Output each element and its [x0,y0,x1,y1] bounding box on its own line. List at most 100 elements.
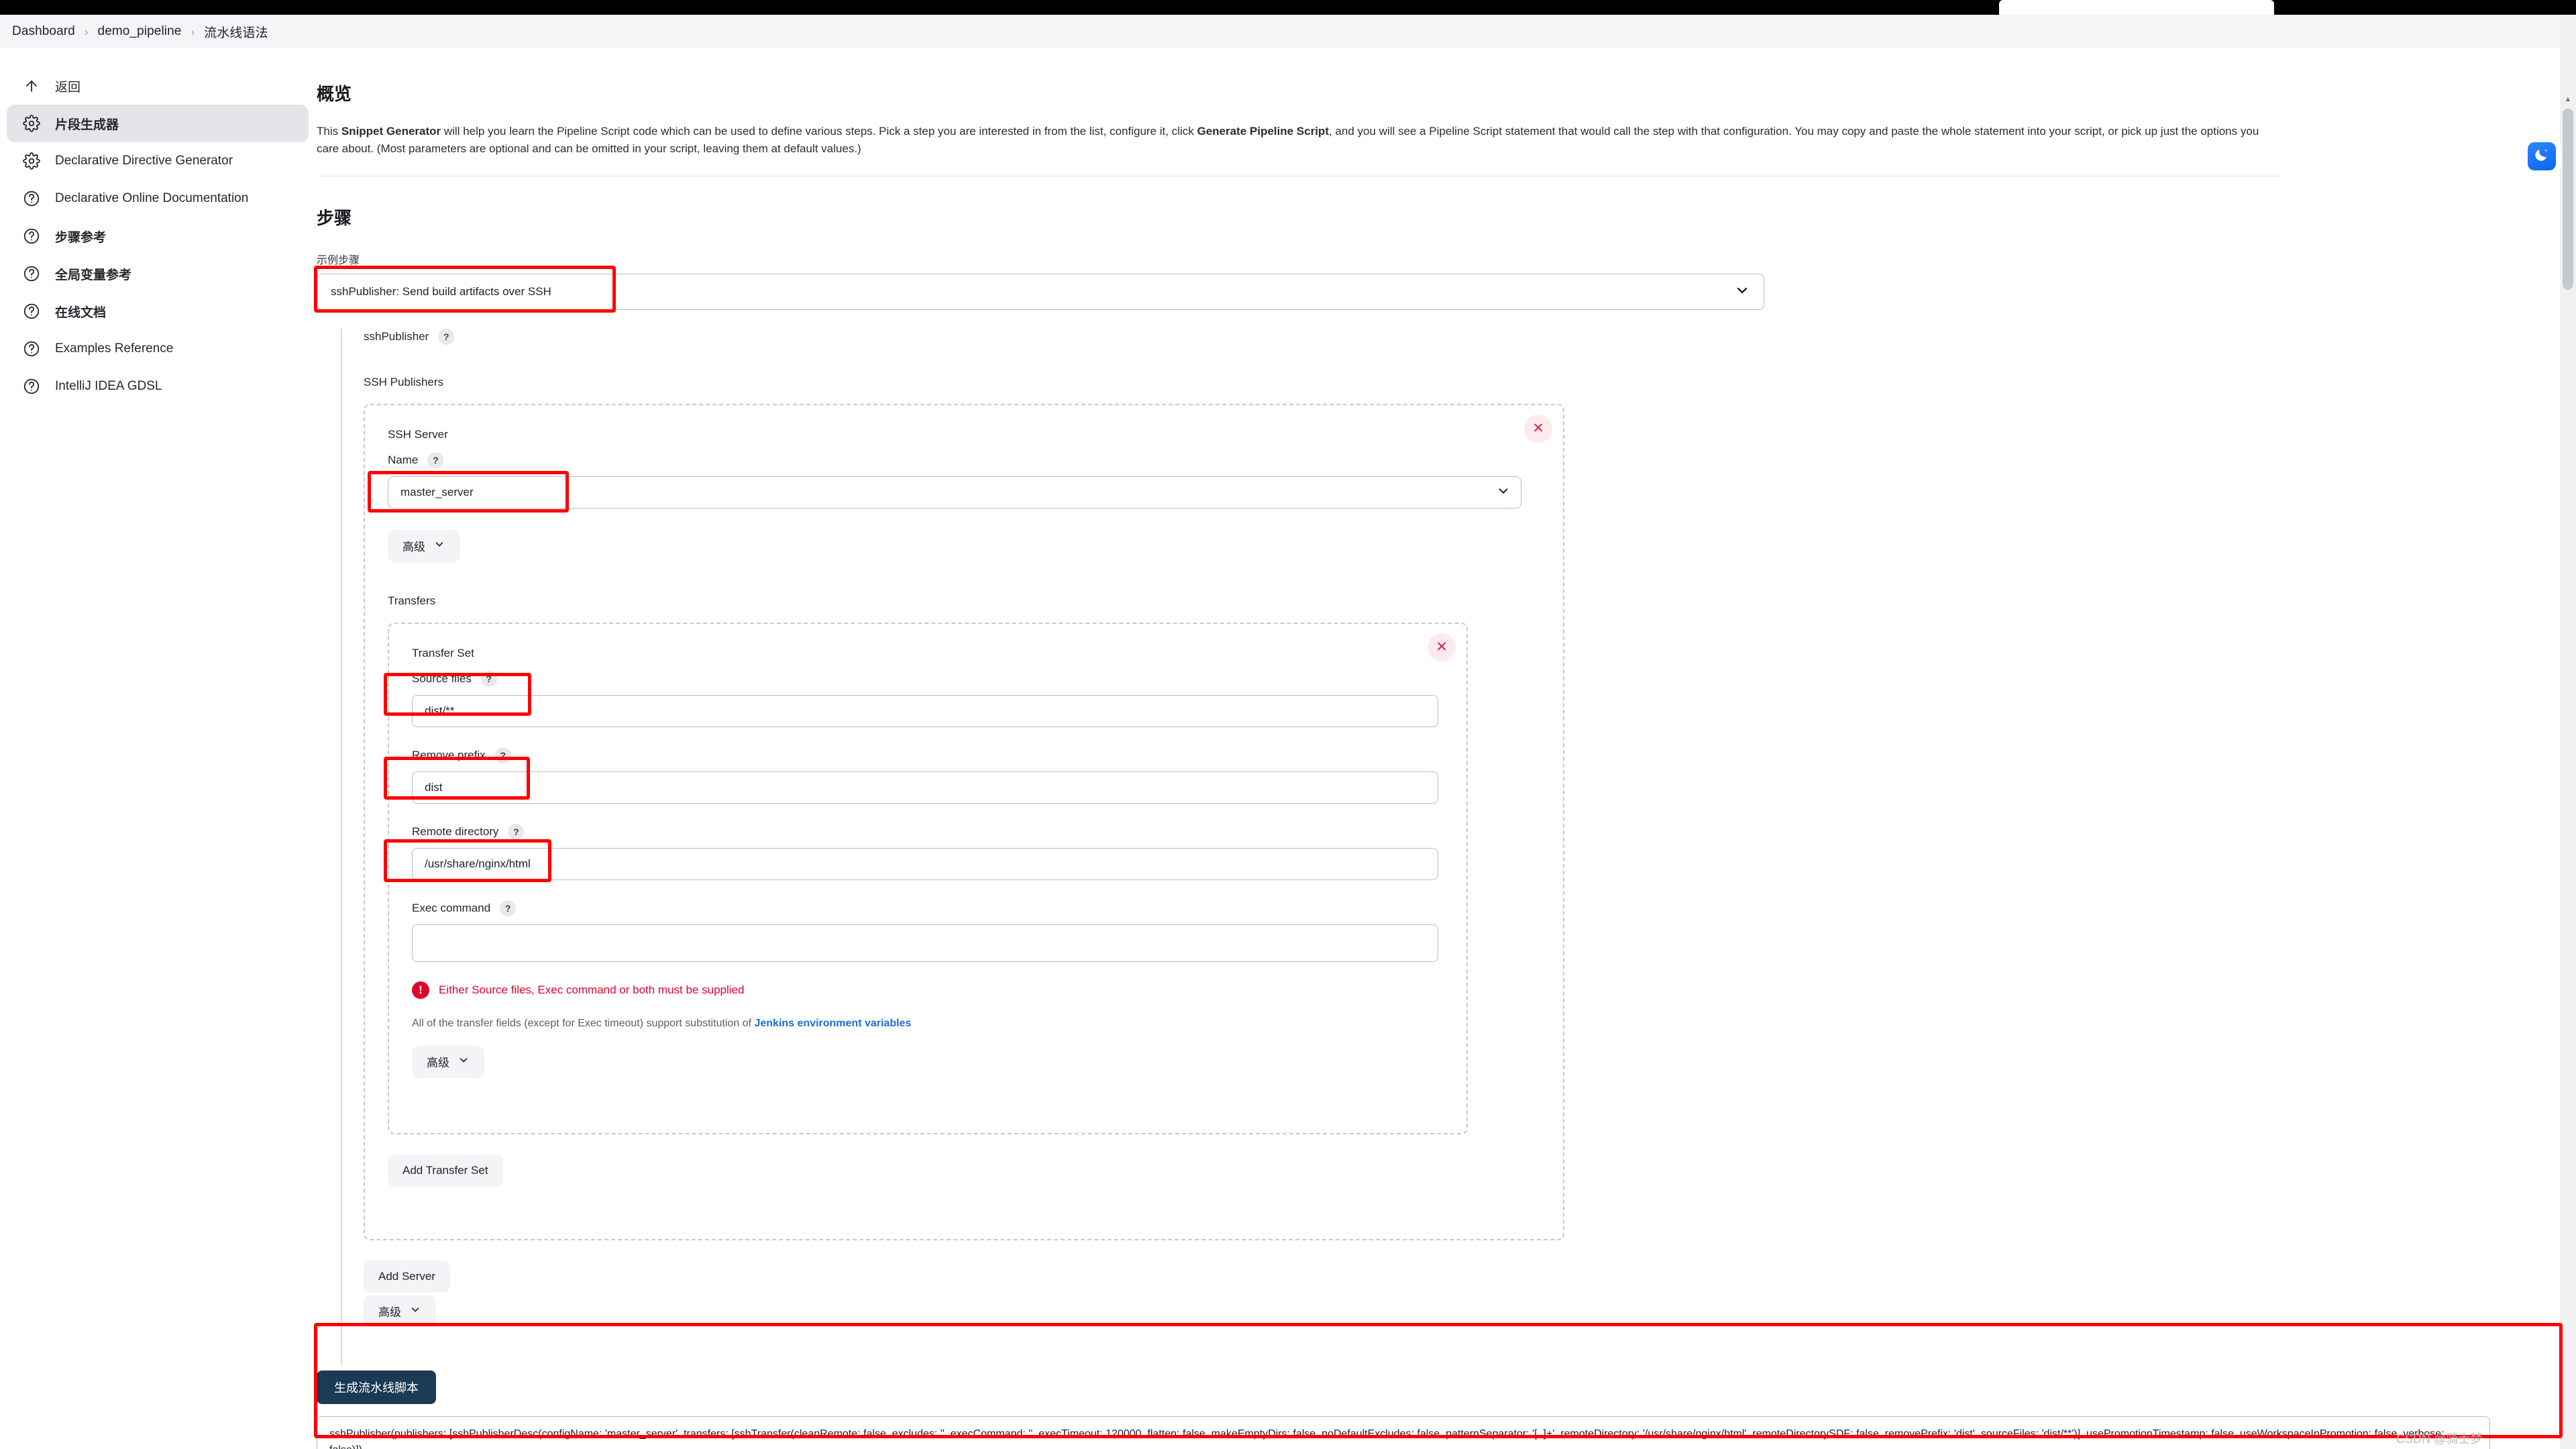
transfer-error-text: Either Source files, Exec command or bot… [439,983,745,996]
help-circle-icon [21,226,42,246]
sidebar-item-back[interactable]: 返回 [7,67,309,105]
breadcrumb-item-pipeline-syntax[interactable]: 流水线语法 [204,23,268,41]
sidebar-item-declarative-online-documentation[interactable]: Declarative Online Documentation [7,180,309,217]
remote-directory-input[interactable] [412,847,1438,880]
moon-icon [2534,147,2550,166]
jenkins-environment-variables-link[interactable]: Jenkins environment variables [754,1018,911,1029]
sidebar-item-label: 片段生成器 [55,117,119,132]
remote-directory-label: Remote directory [412,824,499,838]
page-title: 概览 [317,84,352,104]
vertical-scrollbar[interactable]: ▲ [2560,15,2576,1449]
breadcrumb-separator-icon: › [84,25,89,38]
help-circle-icon [21,301,42,321]
add-server-button[interactable]: Add Server [364,1260,451,1293]
ssh-server-name-input[interactable] [388,476,1521,508]
help-icon[interactable]: ? [480,670,497,687]
sidebar-item-declarative-directive-generator[interactable]: Declarative Directive Generator [7,142,309,180]
sidebar-item-intellij-idea-gdsl[interactable]: IntelliJ IDEA GDSL [7,368,309,405]
source-files-input[interactable] [412,694,1438,727]
ssh-server-name-label: Name [388,453,419,466]
exec-command-label-row: Exec command ? [412,900,1444,916]
breadcrumb: Dashboard › demo_pipeline › 流水线语法 [0,15,2576,48]
breadcrumb-item-dashboard[interactable]: Dashboard [12,24,75,39]
chevron-down-icon [433,538,445,553]
generate-pipeline-script-label: 生成流水线脚本 [334,1381,419,1395]
watermark: CSDN @骑士梦 [2396,1432,2483,1446]
breadcrumb-item-demo-pipeline[interactable]: demo_pipeline [98,24,182,39]
sidebar-item-label: 步骤参考 [55,230,107,245]
breadcrumb-separator-icon: › [191,25,195,38]
sidebar-item-label: Declarative Online Documentation [55,191,249,205]
help-icon[interactable]: ? [438,328,455,345]
generate-pipeline-script-button[interactable]: 生成流水线脚本 [317,1370,436,1404]
scroll-up-arrow-icon[interactable]: ▲ [2560,91,2576,107]
overview-text-2: will help you learn the Pipeline Script … [441,125,1197,138]
sidebar-item-label: 返回 [55,80,81,95]
transfer-set-title: Transfer Set [412,646,474,659]
sidebar-item-label: Declarative Directive Generator [55,154,233,168]
transfers-section-title: Transfers [388,594,436,607]
help-icon[interactable]: ? [494,747,511,763]
steps-heading: 步骤 [317,207,352,228]
sample-step-value: sshPublisher: Send build artifacts over … [331,284,551,298]
source-files-label-row: Source files ? [412,670,1444,687]
browser-tab[interactable] [1999,0,2274,15]
sidebar-item-online-documentation[interactable]: 在线文档 [7,292,309,330]
sidebar-item-global-variable-reference[interactable]: 全局变量参考 [7,255,309,292]
exec-command-label: Exec command [412,901,491,914]
chevron-down-icon[interactable] [1496,483,1511,501]
add-transfer-set-label: Add Transfer Set [402,1163,488,1177]
source-files-label: Source files [412,672,472,685]
transfer-error-message: ! Either Source files, Exec command or b… [412,981,1444,999]
ssh-publisher-title: sshPublisher [364,329,429,343]
ssh-server-advanced-label: 高级 [402,541,425,554]
exec-command-textarea[interactable] [412,924,1438,962]
overview-bold-snippet-generator: Snippet Generator [341,125,441,138]
page-body: 返回 片段生成器 Declarative Directive Generator… [0,48,2576,1449]
ssh-publisher-advanced-button[interactable]: 高级 [364,1295,436,1328]
sidebar-item-step-reference[interactable]: 步骤参考 [7,217,309,255]
help-circle-icon [21,264,42,284]
gear-icon [21,151,42,171]
ssh-publishers-section-title: SSH Publishers [364,375,444,388]
remote-directory-label-row: Remote directory ? [412,823,1444,840]
sidebar-item-label: Examples Reference [55,341,174,356]
overview-bold-generate-pipeline-script: Generate Pipeline Script [1197,125,1329,138]
browser-top-strip [0,0,2576,15]
generated-script-output[interactable]: sshPublisher(publishers: [sshPublisherDe… [317,1415,2490,1449]
sidebar-item-label: 在线文档 [55,305,107,320]
sidebar-item-examples-reference[interactable]: Examples Reference [7,330,309,368]
ssh-server-advanced-button[interactable]: 高级 [388,529,460,562]
sample-step-label: 示例步骤 [317,254,360,266]
help-icon[interactable]: ? [427,451,444,468]
scrollbar-thumb[interactable] [2563,109,2573,290]
delete-ssh-server-button[interactable]: ✕ [1524,414,1552,443]
transfer-note-text: All of the transfer fields (except for E… [412,1017,755,1029]
remove-prefix-input[interactable] [412,771,1438,804]
overview-text-1: This [317,125,341,138]
sidebar-item-label: 全局变量参考 [55,268,132,282]
help-icon[interactable]: ? [508,823,525,840]
generate-section: 生成流水线脚本 sshPublisher(publishers: [sshPub… [317,1370,2551,1449]
dark-mode-toggle-button[interactable] [2528,142,2556,170]
sidebar-item-snippet-generator[interactable]: 片段生成器 [7,105,309,142]
delete-transfer-set-button[interactable]: ✕ [1428,633,1456,661]
chevron-down-icon [409,1303,421,1319]
help-icon[interactable]: ? [500,900,517,916]
add-server-label: Add Server [378,1269,436,1283]
sample-step-select[interactable]: sshPublisher: Send build artifacts over … [317,273,1764,310]
help-circle-icon [21,376,42,396]
overview-paragraph: This Snippet Generator will help you lea… [317,123,2282,158]
gear-icon [21,113,42,133]
main-content: 概览 This Snippet Generator will help you … [317,48,2551,1449]
ssh-publisher-config-panel: sshPublisher ? SSH Publishers ✕ SSH Serv… [341,328,2420,1365]
add-transfer-set-button[interactable]: Add Transfer Set [388,1154,503,1187]
error-icon: ! [412,981,429,999]
ssh-publisher-advanced-label: 高级 [378,1306,401,1320]
transfer-advanced-button[interactable]: 高级 [412,1045,484,1078]
help-circle-icon [21,339,42,359]
remove-prefix-label-row: Remove prefix ? [412,747,1444,763]
sidebar: 返回 片段生成器 Declarative Directive Generator… [7,67,309,405]
transfer-set-box: ✕ Transfer Set Source files ? Remove pre… [388,622,1468,1134]
chevron-down-icon [1734,282,1750,301]
